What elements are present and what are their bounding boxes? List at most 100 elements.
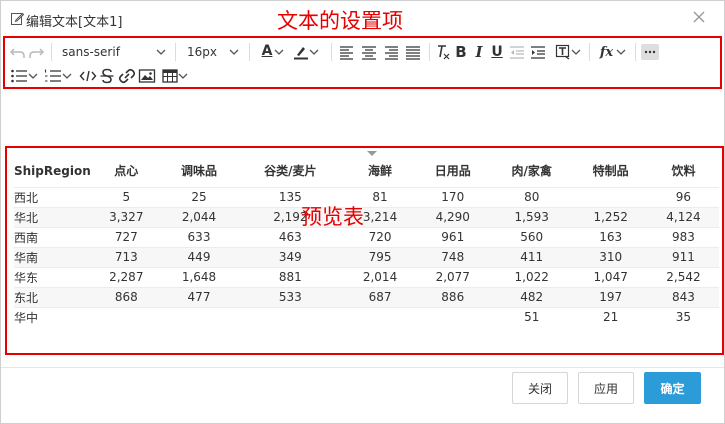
table-icon [162,69,178,83]
table-cell: 4,290 [415,206,490,227]
table-row: 华北 3,327 2,044 2,192 3,214 4,290 1,593 1… [14,206,719,227]
link-icon[interactable] [118,66,136,86]
clear-format-icon[interactable] [435,42,451,62]
table-cell: 96 [647,186,719,207]
unordered-list-button[interactable] [9,66,39,86]
table-cell: 886 [415,286,490,307]
strikethrough-icon[interactable] [99,66,115,86]
table-cell: 西北 [14,186,91,207]
bold-icon[interactable]: B [453,42,469,62]
code-icon[interactable] [79,66,97,86]
chevron-down-icon [28,73,38,79]
chevron-down-icon [178,73,188,79]
toolbar-separator [635,43,636,61]
table-cell: 533 [236,286,345,307]
font-color-button[interactable]: A [257,42,287,62]
edit-text-dialog: 编辑文本[文本1] 文本的设置项 sans-serif 16px A B I U… [0,0,725,424]
table-cell: 80 [489,186,574,207]
column-header: 饮料 [671,164,696,179]
undo-icon[interactable] [9,42,27,62]
table-cell: 748 [415,246,490,267]
table-cell: 25 [161,186,237,207]
chevron-down-icon [229,49,239,55]
table-cell: 1,022 [489,266,574,287]
toolbar-row-2 [5,64,720,88]
table-cell: 21 [573,306,648,327]
table-cell: 170 [415,186,490,207]
font-color-icon: A [261,43,273,59]
table-cell: 51 [489,306,574,327]
align-center-icon[interactable] [360,42,378,62]
chevron-down-icon [616,49,626,55]
table-cell: 华中 [14,306,91,327]
table-cell: 449 [161,246,237,267]
table-cell: 4,124 [647,206,719,227]
unordered-list-icon [11,69,27,83]
table-header-row: ShipRegion 点心 调味品 谷类/麦片 海鲜 日用品 肉/家禽 特制品 … [14,155,719,187]
table-cell: 197 [573,286,648,307]
ordered-list-button[interactable] [43,66,73,86]
align-right-icon[interactable] [382,42,400,62]
table-cell: 881 [236,266,345,287]
table-cell [161,306,237,327]
outdent-icon[interactable] [508,42,526,62]
font-family-select[interactable]: sans-serif [62,42,166,62]
table-row: 华南 713 449 349 795 748 411 310 911 [14,246,719,267]
apply-button[interactable]: 应用 [578,372,634,404]
italic-icon[interactable]: I [471,42,487,62]
dialog-footer: 关闭 应用 确定 [1,367,724,423]
align-left-icon[interactable] [338,42,356,62]
toolbar-separator [589,43,590,61]
column-header: 日用品 [434,164,471,179]
editor-toolbar: sans-serif 16px A B I U fx [5,38,720,87]
table-button[interactable] [160,66,190,86]
underline-icon[interactable]: U [489,42,505,62]
formula-icon: fx [599,44,614,60]
table-cell: 3,327 [90,206,162,227]
chevron-down-icon [571,49,581,55]
toolbar-separator [331,43,332,61]
column-header: 谷类/麦片 [264,164,317,179]
table-cell: 983 [647,226,719,247]
table-cell: 5 [90,186,162,207]
chevron-down-icon [274,49,284,55]
table-cell: 713 [90,246,162,267]
editor-content-area[interactable] [5,89,720,146]
close-button[interactable]: 关闭 [512,372,568,404]
column-header: 肉/家禽 [511,164,552,179]
highlight-color-button[interactable] [291,42,321,62]
close-icon[interactable] [692,10,706,24]
table-cell: 633 [161,226,237,247]
font-size-select[interactable]: 16px [187,42,239,62]
table-cell [236,306,345,327]
table-cell: 35 [647,306,719,327]
more-icon[interactable] [641,44,659,60]
table-cell [344,306,416,327]
table-cell: 795 [344,246,416,267]
table-cell: 687 [344,286,416,307]
paragraph-format-icon [555,44,570,60]
indent-icon[interactable] [529,42,547,62]
table-cell [415,306,490,327]
preview-table: ShipRegion 点心 调味品 谷类/麦片 海鲜 日用品 肉/家禽 特制品 … [14,155,719,327]
table-cell: 华东 [14,266,91,287]
table-cell: 东北 [14,286,91,307]
paragraph-format-button[interactable] [553,42,583,62]
image-icon[interactable] [138,66,156,86]
chevron-down-icon [62,73,72,79]
redo-icon[interactable] [27,42,45,62]
table-cell [573,186,648,207]
align-justify-icon[interactable] [404,42,422,62]
table-cell: 868 [90,286,162,307]
table-cell: 727 [90,226,162,247]
table-row: 华东 2,287 1,648 881 2,014 2,077 1,022 1,0… [14,266,719,287]
column-header: 特制品 [592,164,629,179]
table-cell: 2,014 [344,266,416,287]
table-cell: 349 [236,246,345,267]
table-cell: 482 [489,286,574,307]
table-row: 东北 868 477 533 687 886 482 197 843 [14,286,719,307]
table-cell: 1,252 [573,206,648,227]
ok-button[interactable]: 确定 [644,372,701,404]
formula-button[interactable]: fx [597,42,629,62]
table-cell: 2,044 [161,206,237,227]
